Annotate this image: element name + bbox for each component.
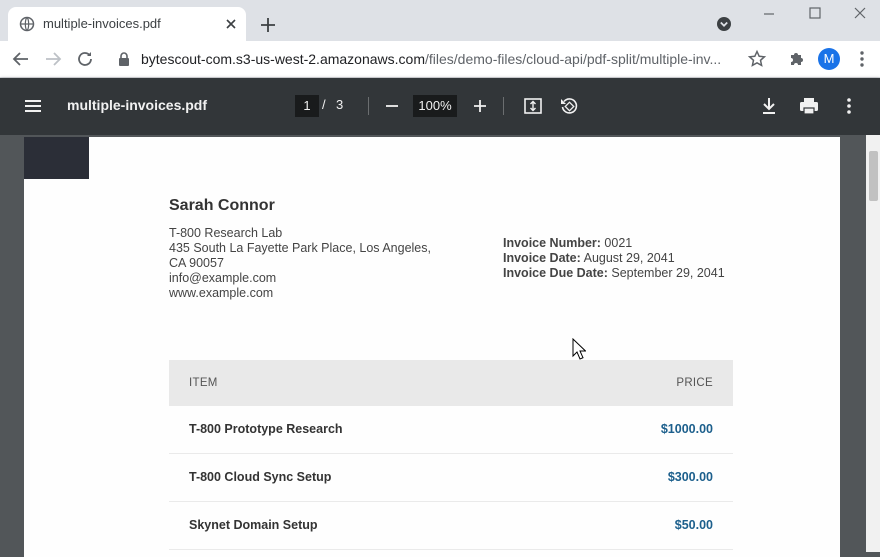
invoice-number: Invoice Number: 0021 [503, 236, 632, 250]
invoice-date-label: Invoice Date: [503, 251, 581, 265]
close-tab-icon[interactable] [222, 15, 240, 33]
url-path: /files/demo-files/cloud-api/pdf-split/mu… [425, 51, 722, 67]
more-options-icon[interactable] [838, 95, 860, 117]
item-price: $300.00 [667, 470, 713, 484]
invoice-date-value: August 29, 2041 [583, 251, 675, 265]
pdf-title: multiple-invoices.pdf [67, 97, 208, 113]
table-row: T-800 Cloud Sync Setup $300.00 [169, 454, 733, 502]
zoom-out-icon[interactable] [381, 95, 403, 117]
table-row: T-800 Prototype Research $1000.00 [169, 406, 733, 454]
pdf-page: Sarah Connor T-800 Research Lab 435 Sout… [24, 137, 840, 557]
logo-block [24, 137, 89, 179]
globe-icon [19, 16, 35, 32]
item-price: $1000.00 [660, 422, 713, 436]
page-separator: / [322, 97, 326, 112]
item-name: T-800 Cloud Sync Setup [189, 470, 332, 484]
customer-name: Sarah Connor [169, 197, 275, 214]
pdf-toolbar: multiple-invoices.pdf 1 / 3 100% [0, 78, 880, 135]
zoom-in-icon[interactable] [469, 95, 491, 117]
address-line: CA 90057 [169, 256, 224, 270]
forward-arrow-icon[interactable] [42, 48, 64, 70]
item-price: $50.00 [674, 518, 713, 532]
tab-title: multiple-invoices.pdf [43, 16, 161, 31]
new-tab-icon[interactable] [256, 13, 280, 37]
invoice-date: Invoice Date: August 29, 2041 [503, 251, 675, 265]
table-header: ITEM PRICE [169, 360, 733, 406]
column-header-item: ITEM [189, 377, 218, 389]
mouse-cursor-icon [572, 338, 586, 360]
browser-tab[interactable]: multiple-invoices.pdf [8, 7, 246, 41]
address-line: 435 South La Fayette Park Place, Los Ang… [169, 241, 431, 255]
tab-strip: multiple-invoices.pdf [0, 0, 880, 41]
item-name: Skynet Domain Setup [189, 518, 318, 532]
bookmark-star-icon[interactable] [747, 49, 767, 69]
lock-icon[interactable] [117, 51, 131, 67]
back-arrow-icon[interactable] [10, 48, 32, 70]
profile-avatar[interactable]: M [818, 48, 840, 70]
invoice-due-date-label: Invoice Due Date: [503, 266, 608, 280]
browser-menu-icon[interactable] [852, 49, 872, 69]
column-header-price: PRICE [676, 377, 713, 389]
page-total: 3 [336, 97, 344, 112]
toolbar-divider [368, 97, 369, 115]
website-text: www.example.com [169, 286, 274, 300]
address-line: T-800 Research Lab [169, 226, 283, 240]
item-name: T-800 Prototype Research [189, 422, 343, 436]
scrollbar-thumb[interactable] [869, 151, 878, 201]
zoom-level-input[interactable]: 100% [413, 95, 457, 117]
minimize-icon[interactable] [757, 4, 781, 24]
print-icon[interactable] [798, 95, 820, 117]
address-bar[interactable]: bytescout-com.s3-us-west-2.amazonaws.com… [141, 51, 737, 67]
toolbar-divider [503, 97, 504, 115]
invoice-due-date: Invoice Due Date: September 29, 2041 [503, 266, 725, 280]
tab-search-icon[interactable] [715, 15, 733, 33]
maximize-icon[interactable] [803, 4, 827, 24]
reload-icon[interactable] [74, 48, 96, 70]
rotate-icon[interactable] [558, 95, 580, 117]
url-host: bytescout-com.s3-us-west-2.amazonaws.com [141, 51, 425, 67]
page-number-input[interactable]: 1 [295, 95, 319, 117]
browser-toolbar: bytescout-com.s3-us-west-2.amazonaws.com… [0, 41, 880, 78]
email-text: info@example.com [169, 271, 277, 285]
hamburger-menu-icon[interactable] [22, 95, 44, 117]
invoice-number-value: 0021 [604, 236, 633, 250]
download-icon[interactable] [758, 95, 780, 117]
invoice-due-date-value: September 29, 2041 [611, 266, 725, 280]
invoice-number-label: Invoice Number: [503, 236, 601, 250]
extensions-puzzle-icon[interactable] [787, 49, 807, 69]
table-row: Skynet Domain Setup $50.00 [169, 502, 733, 550]
fit-to-page-icon[interactable] [522, 95, 544, 117]
pdf-viewer[interactable]: Sarah Connor T-800 Research Lab 435 Sout… [0, 135, 880, 557]
window-close-icon[interactable] [848, 4, 872, 24]
